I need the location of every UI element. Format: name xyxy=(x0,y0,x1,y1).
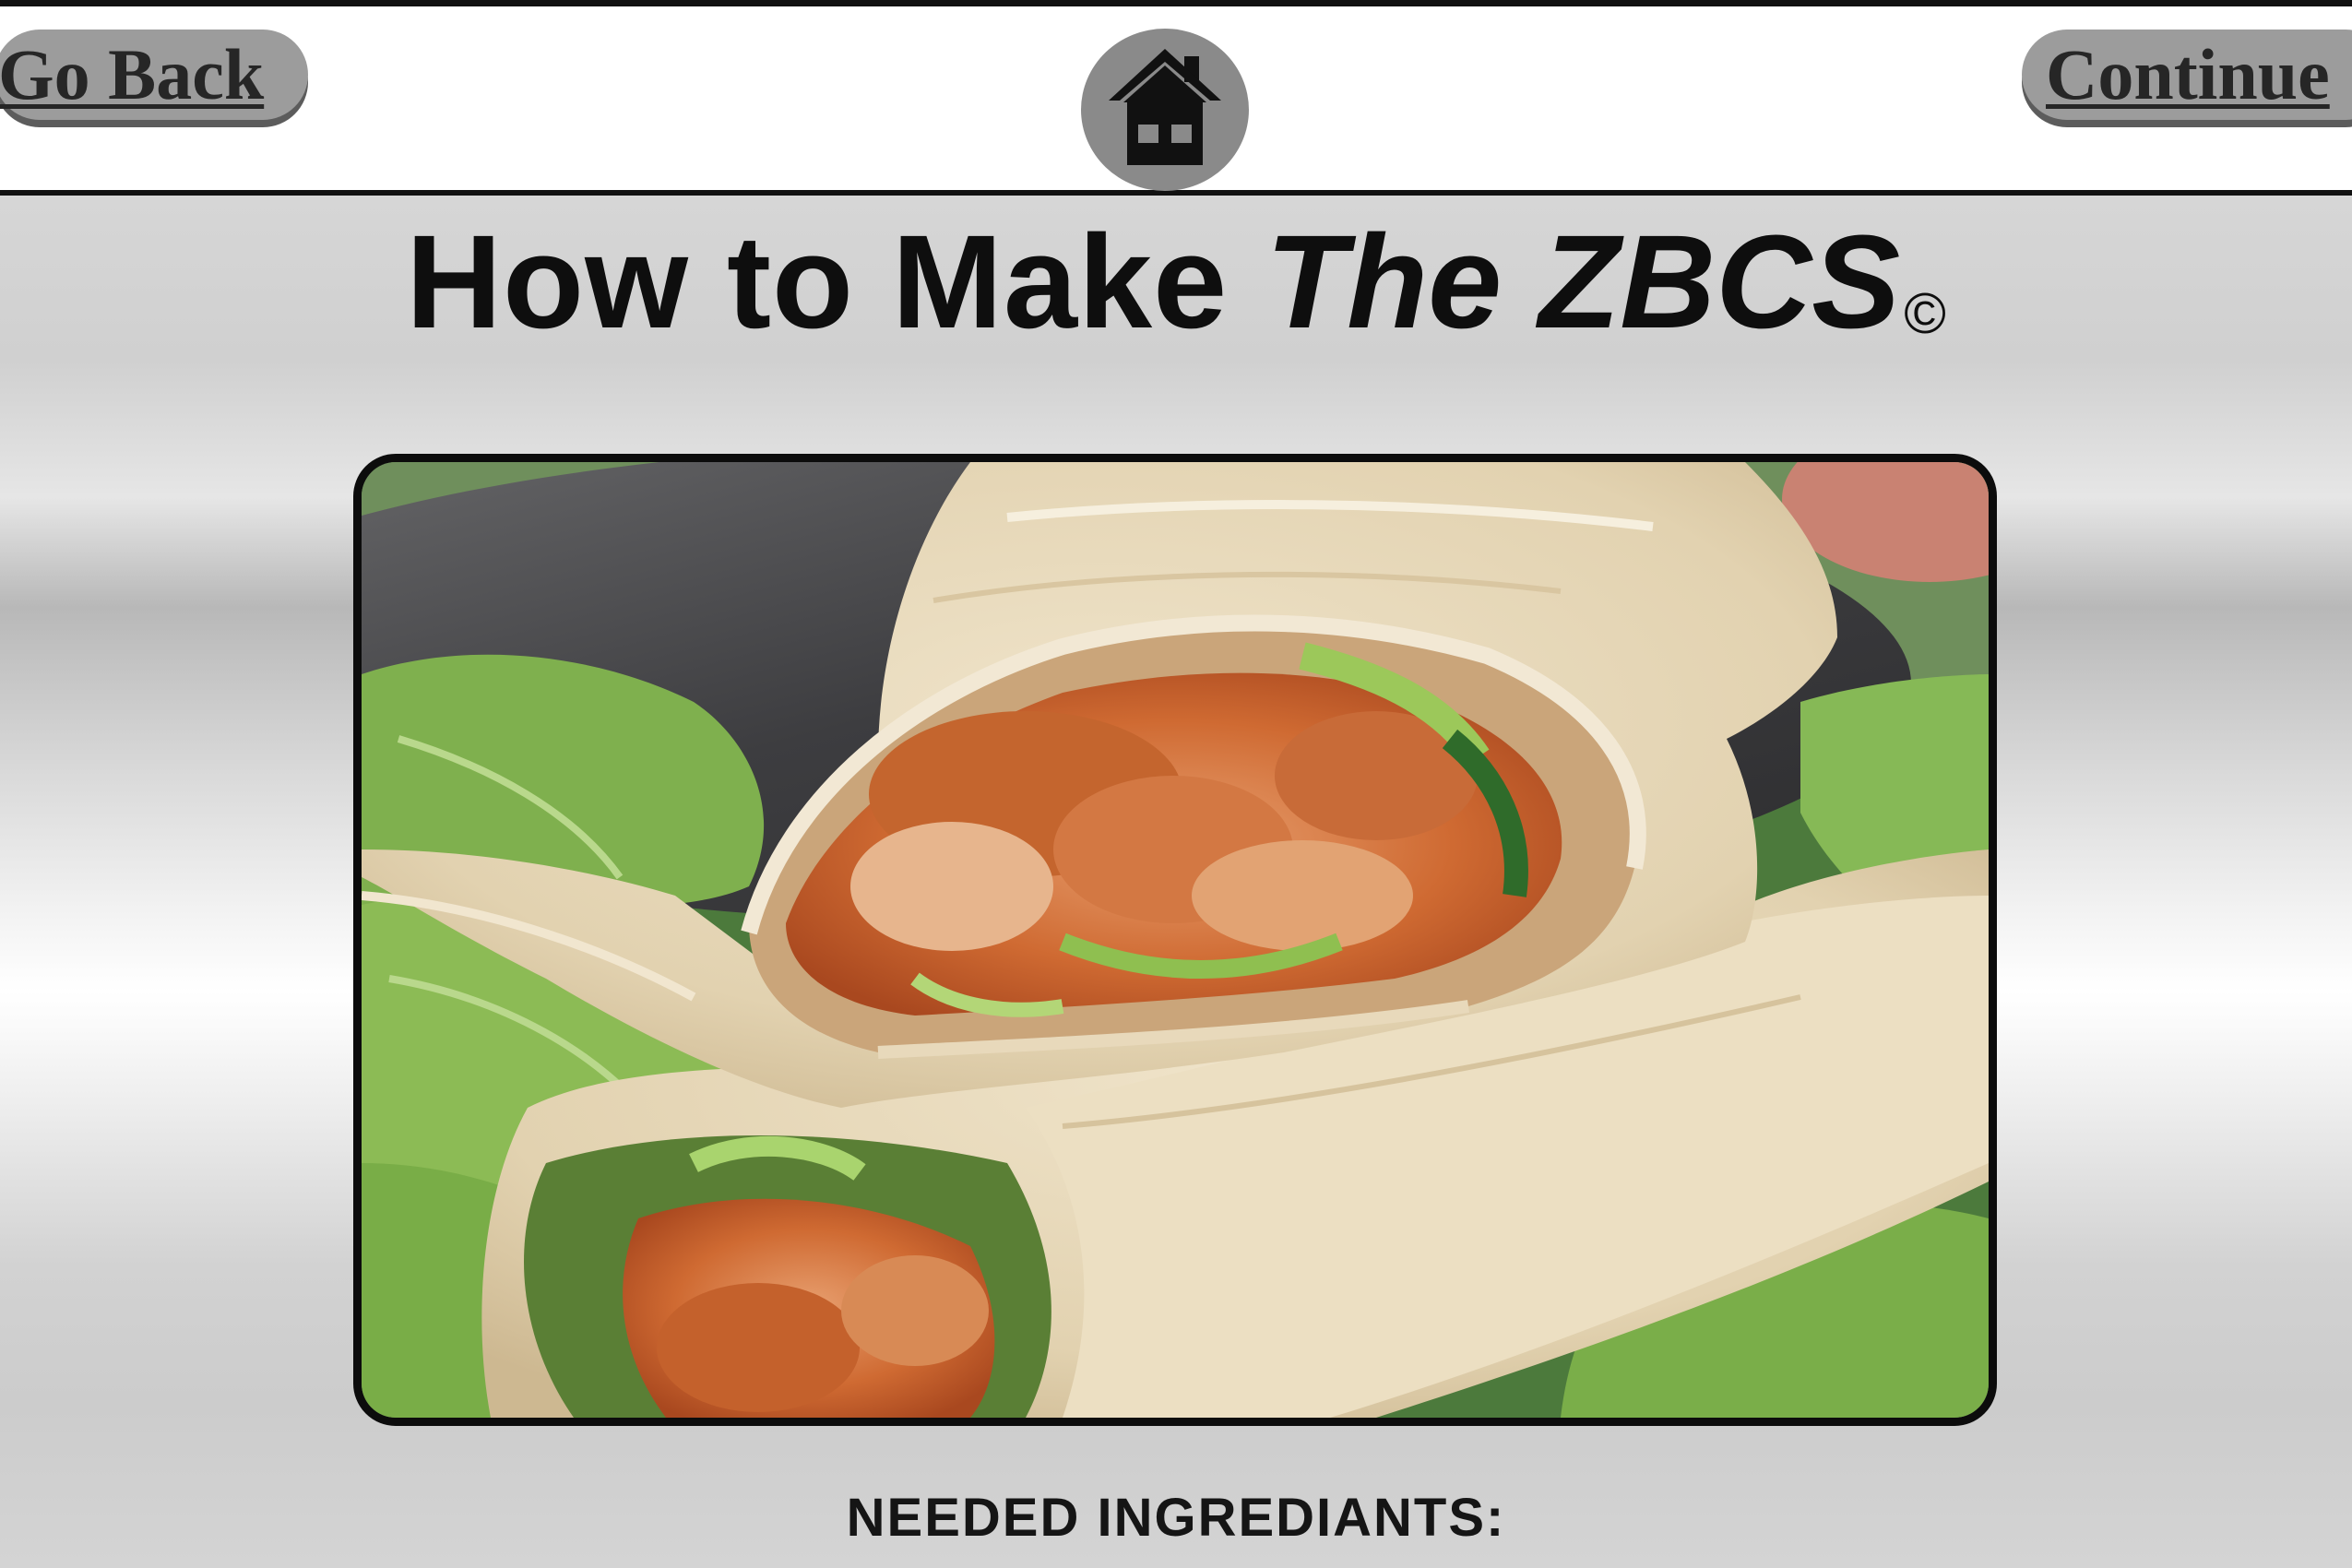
chicken-wrap-photo xyxy=(362,462,1989,1418)
top-nav-bar: Go Back Continue xyxy=(0,0,2352,196)
hero-photo xyxy=(353,454,1997,1426)
page-title-italic: The ZBCS xyxy=(1265,208,1901,356)
page-title-plain: How to Make xyxy=(406,208,1266,356)
main-content: How to Make The ZBCS© NEEDED INGREDIANTS… xyxy=(0,196,2352,1568)
page-title: How to Make The ZBCS© xyxy=(0,208,2352,388)
ingredients-heading: NEEDED INGREDIANTS: xyxy=(846,1488,1506,1548)
home-button[interactable] xyxy=(1081,29,1249,191)
house-icon xyxy=(1109,49,1221,165)
continue-button[interactable]: Continue xyxy=(2022,30,2352,120)
go-back-button[interactable]: Go Back xyxy=(0,30,308,120)
copyright-mark: © xyxy=(1904,282,1946,346)
